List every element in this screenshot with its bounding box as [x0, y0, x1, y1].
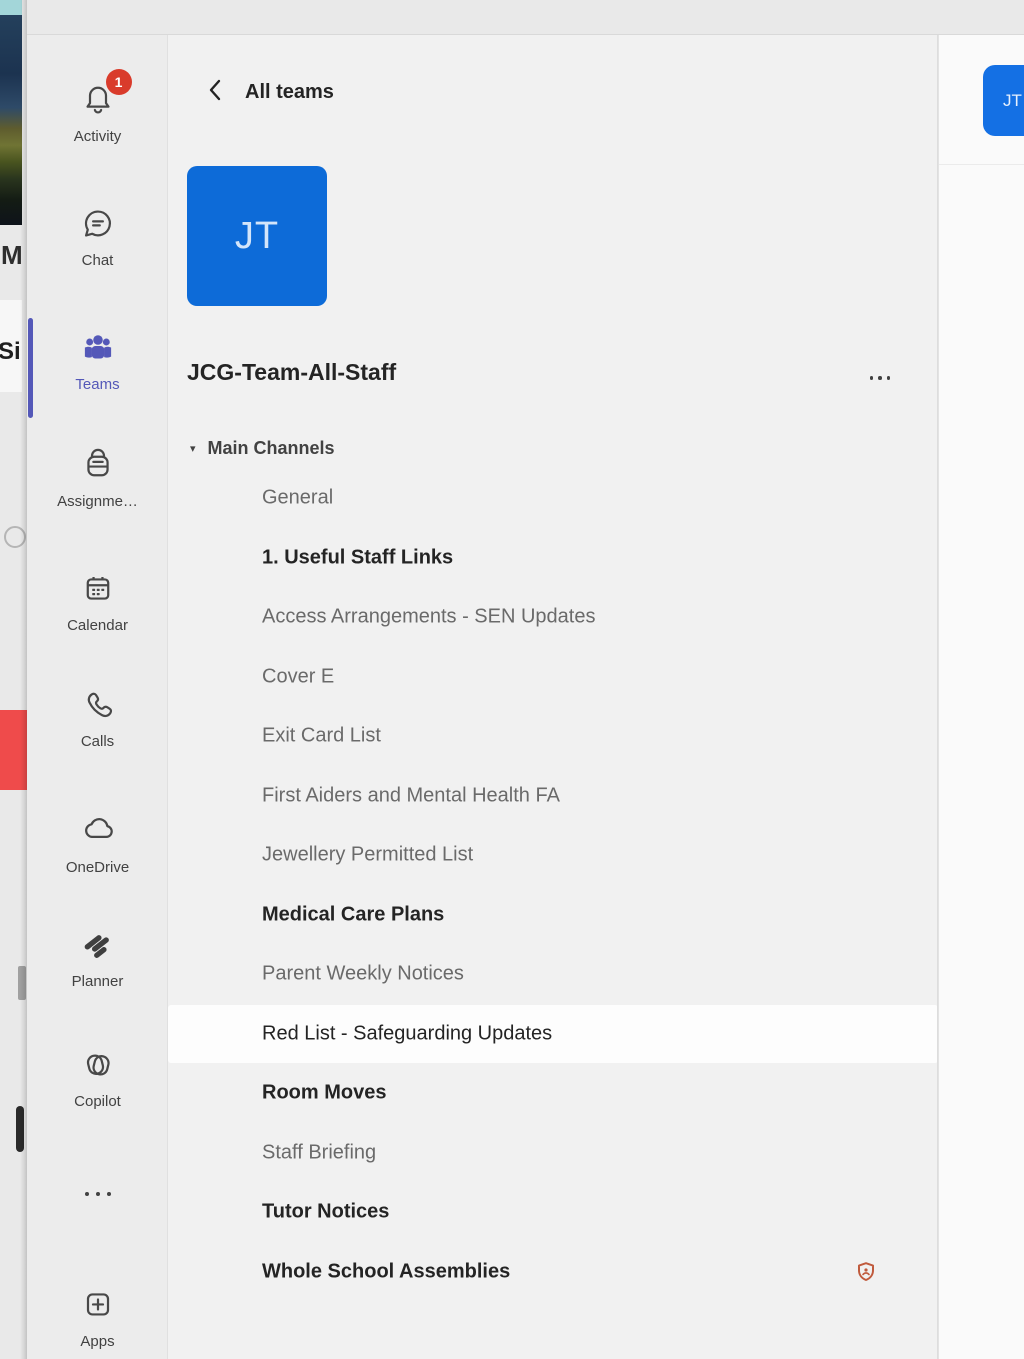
channel-item-jewellery-permitted-list[interactable]: Jewellery Permitted List: [168, 826, 938, 884]
rail-item-calls[interactable]: Calls: [27, 684, 168, 750]
channel-label: First Aiders and Mental Health FA: [262, 784, 560, 807]
channel-label: 1. Useful Staff Links: [262, 546, 453, 569]
channel-item-parent-weekly-notices[interactable]: Parent Weekly Notices: [168, 945, 938, 1003]
section-main-channels[interactable]: ▾ Main Channels: [190, 434, 335, 462]
rail-item-planner[interactable]: Planner: [27, 924, 168, 990]
channel-label: Room Moves: [262, 1082, 386, 1105]
channel-item-staff-briefing[interactable]: Staff Briefing: [168, 1124, 938, 1182]
bell-icon: 1: [78, 79, 118, 121]
rail-item-copilot[interactable]: Copilot: [27, 1044, 168, 1110]
channel-pane: All teams JT JCG-Team-All-Staff ▾ Main C…: [168, 35, 938, 1359]
channel-label: Medical Care Plans: [262, 903, 444, 926]
rail-item-activity[interactable]: 1 Activity: [27, 79, 168, 145]
channel-label: Red List - Safeguarding Updates: [262, 1022, 552, 1045]
rail-label: Chat: [27, 252, 168, 269]
team-name: JCG-Team-All-Staff: [187, 359, 396, 386]
rail-label: OneDrive: [27, 859, 168, 876]
background-photo-fragment: [0, 15, 22, 225]
channel-item-tutor-notices[interactable]: Tutor Notices: [168, 1183, 938, 1241]
chat-bubble-icon: [78, 203, 118, 245]
content-pane: JT: [938, 35, 1024, 1359]
channel-label: Parent Weekly Notices: [262, 963, 464, 986]
app-title-bar: [27, 0, 1024, 35]
channel-item-cover-e[interactable]: Cover E: [168, 648, 938, 706]
channel-label: General: [262, 487, 333, 510]
rail-item-teams[interactable]: Teams: [27, 327, 168, 393]
back-label: All teams: [245, 81, 334, 104]
channel-item-red-list-safeguarding-updates[interactable]: Red List - Safeguarding Updates: [168, 1005, 938, 1063]
more-horizontal-icon: [85, 1184, 111, 1204]
section-label: Main Channels: [208, 438, 335, 459]
copilot-icon: [78, 1044, 118, 1086]
calendar-icon: [78, 568, 118, 610]
rail-label: Copilot: [27, 1093, 168, 1110]
rail-item-onedrive[interactable]: OneDrive: [27, 810, 168, 876]
all-teams-back-button[interactable]: All teams: [208, 77, 334, 107]
channel-label: Tutor Notices: [262, 1201, 389, 1224]
planner-stripes-icon: [78, 924, 118, 966]
back-chevron-icon: [208, 79, 221, 106]
channel-label: Exit Card List: [262, 725, 381, 748]
content-header-divider: [939, 164, 1024, 165]
channel-item-medical-care-plans[interactable]: Medical Care Plans: [168, 886, 938, 944]
team-options-button[interactable]: [858, 365, 902, 391]
rail-item-calendar[interactable]: Calendar: [27, 568, 168, 634]
rail-label: Apps: [27, 1333, 168, 1350]
rail-label: Calls: [27, 733, 168, 750]
channel-item-room-moves[interactable]: Room Moves: [168, 1064, 938, 1122]
rail-label: Teams: [27, 376, 168, 393]
channel-item-first-aiders-and-mental-health-fa[interactable]: First Aiders and Mental Health FA: [168, 767, 938, 825]
activity-badge: 1: [106, 69, 132, 95]
channel-item-whole-school-assemblies[interactable]: Whole School Assemblies: [168, 1243, 938, 1301]
rail-label: Assignme…: [27, 493, 168, 510]
background-window-sliver: M Si: [0, 0, 27, 1359]
background-text-fragment: Si: [0, 338, 21, 366]
channel-item-general[interactable]: General: [168, 469, 938, 527]
rail-item-assignments[interactable]: Assignme…: [27, 444, 168, 510]
window-edge-shadow: [20, 0, 27, 1359]
channel-item-exit-card-list[interactable]: Exit Card List: [168, 707, 938, 765]
profile-button[interactable]: JT: [983, 65, 1024, 136]
rail-label: Activity: [27, 128, 168, 145]
teams-people-icon: [78, 327, 118, 369]
channel-label: Access Arrangements - SEN Updates: [262, 606, 595, 629]
channel-label: Staff Briefing: [262, 1141, 376, 1164]
rail-item-more[interactable]: [27, 1183, 168, 1204]
channel-item-access-arrangements-sen-updates[interactable]: Access Arrangements - SEN Updates: [168, 588, 938, 646]
plus-square-icon: [78, 1284, 118, 1326]
rail-label: Planner: [27, 973, 168, 990]
channel-item-1-useful-staff-links[interactable]: 1. Useful Staff Links: [168, 529, 938, 587]
cloud-icon: [78, 810, 118, 852]
channel-label: Jewellery Permitted List: [262, 844, 473, 867]
shield-icon: [854, 1260, 878, 1284]
channel-label: Whole School Assemblies: [262, 1260, 510, 1283]
rail-item-apps[interactable]: Apps: [27, 1284, 168, 1350]
phone-icon: [78, 684, 118, 726]
rail-label: Calendar: [27, 617, 168, 634]
background-teal-fragment: [0, 0, 22, 15]
rail-item-chat[interactable]: Chat: [27, 203, 168, 269]
backpack-icon: [78, 444, 118, 486]
app-rail: 1 Activity Chat Teams Assignme… Calendar…: [27, 35, 168, 1359]
chevron-down-icon: ▾: [190, 442, 196, 455]
team-avatar[interactable]: JT: [187, 166, 327, 306]
channel-label: Cover E: [262, 665, 334, 688]
